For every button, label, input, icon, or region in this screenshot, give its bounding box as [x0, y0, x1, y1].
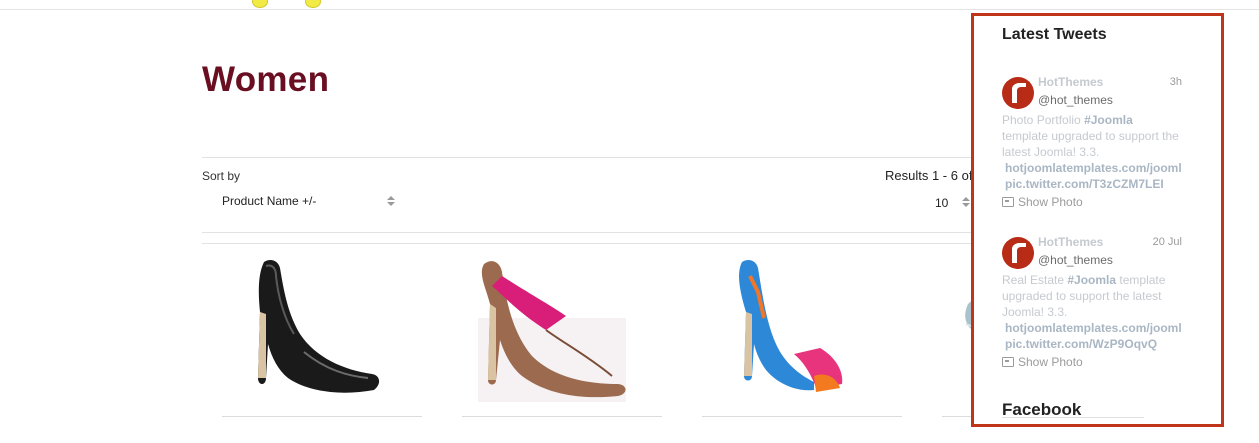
tweet-text-start: Real Estate: [1002, 273, 1068, 287]
divider: [202, 232, 982, 233]
black-patent-pump-icon: [258, 260, 380, 393]
tweet-time[interactable]: 3h: [1170, 76, 1182, 88]
tweet-text: Real Estate #Joomla template upgraded to…: [1002, 272, 1182, 352]
top-divider: [0, 9, 1259, 10]
results-count: Results 1 - 6 of 6: [885, 168, 984, 183]
product-card[interactable]: [702, 252, 902, 418]
photo-icon: [1002, 357, 1014, 367]
limit-select[interactable]: 10: [930, 195, 975, 213]
tweet-text-end: template upgraded to support the latest …: [1002, 129, 1179, 159]
product-card[interactable]: [462, 252, 662, 418]
tweet-pic-link[interactable]: pic.twitter.com/T3zCZM7LEI: [1002, 176, 1182, 192]
show-photo-link[interactable]: Show Photo: [1002, 195, 1083, 209]
tweet-author-name[interactable]: HotThemes: [1038, 75, 1103, 89]
product-divider: [222, 416, 422, 417]
tweet-author-name[interactable]: HotThemes: [1038, 235, 1103, 249]
sort-select-value: Product Name +/-: [222, 194, 317, 208]
decorative-dot: [252, 0, 268, 8]
sort-by-label: Sort by: [202, 169, 241, 183]
sort-select[interactable]: Product Name +/-: [222, 192, 400, 212]
facebook-divider: [1002, 417, 1144, 418]
twitter-sidebar: Latest Tweets HotThemes @hot_themes 3h P…: [971, 13, 1224, 427]
tweet-item: HotThemes @hot_themes 3h Photo Portfolio…: [1002, 75, 1182, 225]
tweet-author-handle[interactable]: @hot_themes: [1038, 93, 1113, 107]
blue-peep-toe-pump-icon: [739, 260, 843, 392]
limit-arrows-icon: [962, 197, 970, 207]
product-card[interactable]: [222, 252, 422, 418]
tweet-time[interactable]: 20 Jul: [1153, 236, 1182, 248]
product-divider: [702, 416, 902, 417]
tweet-text-start: Photo Portfolio: [1002, 113, 1085, 127]
tweet-url-link[interactable]: hotjoomlatemplates.com/jooml: [1002, 160, 1182, 176]
show-photo-label: Show Photo: [1018, 195, 1083, 209]
product-divider: [462, 416, 662, 417]
sort-arrows-icon: [387, 196, 395, 206]
brown-leather-pump-icon: [478, 261, 626, 402]
hotthemes-avatar-icon[interactable]: [1002, 77, 1034, 109]
limit-select-value: 10: [935, 196, 949, 210]
show-photo-label: Show Photo: [1018, 355, 1083, 369]
photo-icon: [1002, 197, 1014, 207]
latest-tweets-heading: Latest Tweets: [1002, 26, 1107, 43]
tweet-text: Photo Portfolio #Joomla template upgrade…: [1002, 112, 1182, 192]
tweet-pic-link[interactable]: pic.twitter.com/WzP9OqvQ: [1002, 336, 1182, 352]
divider: [202, 157, 982, 158]
hashtag-link[interactable]: #Joomla: [1067, 273, 1116, 287]
hashtag-link[interactable]: #Joomla: [1084, 113, 1133, 127]
page-title: Women: [202, 60, 330, 99]
tweet-item: HotThemes @hot_themes 20 Jul Real Estate…: [1002, 235, 1182, 385]
divider: [202, 243, 982, 244]
hotthemes-avatar-icon[interactable]: [1002, 237, 1034, 269]
tweet-url-link[interactable]: hotjoomlatemplates.com/jooml: [1002, 320, 1182, 336]
decorative-dot: [305, 0, 321, 8]
tweet-author-handle[interactable]: @hot_themes: [1038, 253, 1113, 267]
show-photo-link[interactable]: Show Photo: [1002, 355, 1083, 369]
